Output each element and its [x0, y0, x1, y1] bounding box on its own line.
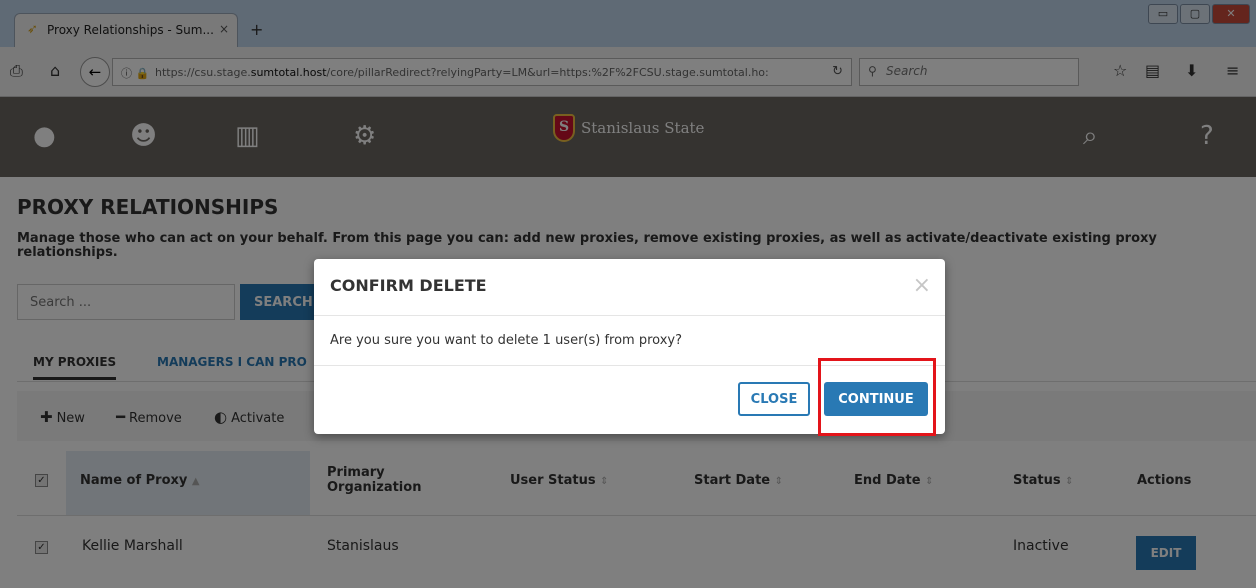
dialog-title: CONFIRM DELETE	[330, 276, 487, 295]
close-button[interactable]: CLOSE	[738, 382, 810, 416]
dialog-message: Are you sure you want to delete 1 user(s…	[330, 333, 683, 348]
annotation-highlight-box	[818, 358, 936, 436]
dialog-close-icon[interactable]: ×	[913, 273, 931, 298]
dialog-divider	[314, 315, 945, 316]
